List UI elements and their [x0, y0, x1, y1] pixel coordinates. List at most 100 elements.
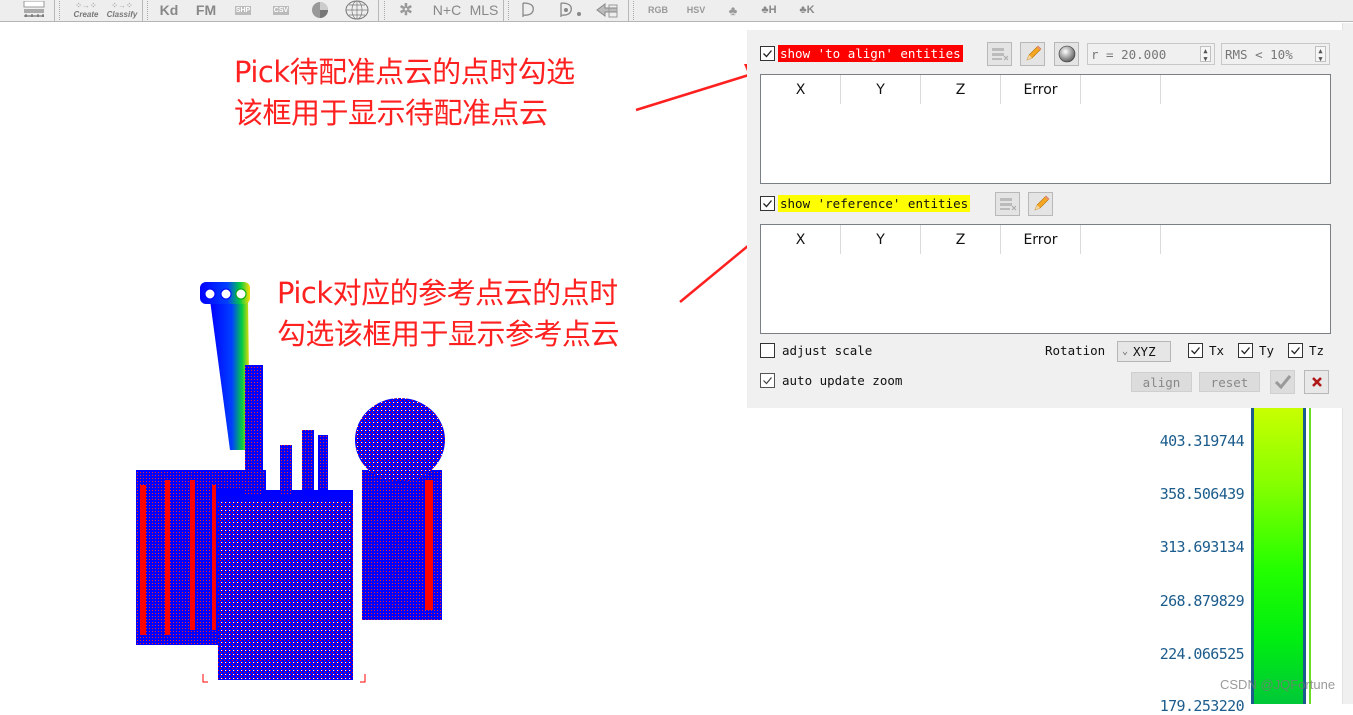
scale-label: 224.066525 — [1159, 645, 1245, 663]
annotation-reference-line1: Pick对应的参考点云的点时 — [277, 276, 618, 310]
scale-label: 313.693134 — [1159, 538, 1245, 556]
to-align-col-x[interactable]: X — [761, 75, 841, 104]
sphere-grid-button[interactable] — [342, 0, 372, 20]
point-pick-icon — [560, 2, 581, 17]
puzzle-icon: ✲ — [399, 2, 413, 19]
kd-tree-button[interactable]: Kd — [155, 0, 183, 20]
reference-col-z[interactable]: Z — [921, 225, 1001, 254]
rotation-label: Rotation — [1045, 343, 1106, 358]
reference-remove-button[interactable] — [995, 192, 1020, 216]
color-scale-bar — [1251, 408, 1306, 704]
to-align-col-error[interactable]: Error — [1001, 75, 1081, 104]
ty-checkbox[interactable] — [1238, 343, 1253, 358]
to-align-remove-button[interactable] — [987, 42, 1012, 66]
rms-spinbox[interactable]: RMS < 10% ▲ ▼ — [1221, 43, 1330, 65]
rotation-combobox[interactable]: ⌄ XYZ — [1117, 341, 1171, 362]
k-tree-icon: ♣K — [799, 4, 815, 16]
sphere-pick-button[interactable] — [1054, 42, 1079, 66]
pie-button[interactable] — [308, 0, 332, 20]
show-to-align-checkbox[interactable] — [760, 46, 775, 61]
to-align-col-z[interactable]: Z — [921, 75, 1001, 104]
create-label: Create — [73, 10, 99, 19]
create-button[interactable]: ⁘→⁘ Create — [68, 0, 104, 20]
normals-icon: N+C — [432, 2, 462, 18]
back-arrow-button[interactable] — [594, 0, 622, 20]
pie-icon — [312, 2, 328, 18]
align-button-label: align — [1142, 374, 1181, 390]
show-reference-label[interactable]: show 'reference' entities — [778, 195, 971, 212]
reference-col-error[interactable]: Error — [1001, 225, 1081, 254]
h-tree-button[interactable]: ♣H — [752, 0, 786, 20]
toolbar: ⁘→⁘ Create ⁘→⁘ Classify Kd FM SHP CSV ✲ … — [0, 0, 1353, 22]
create-cloud-icon: ⁘→⁘ — [75, 1, 97, 10]
tree-button[interactable]: ♣ — [718, 0, 748, 20]
rms-spin-arrows[interactable]: ▲ ▼ — [1315, 46, 1326, 63]
csv-file-button[interactable]: CSV — [270, 0, 292, 20]
adjust-scale-checkbox[interactable] — [760, 343, 775, 358]
shp-file-icon: SHP — [234, 5, 252, 15]
back-arrow-icon — [596, 3, 618, 18]
normals-button[interactable]: N+C — [430, 0, 464, 20]
auto-update-zoom-checkbox[interactable] — [760, 373, 775, 388]
k-tree-button[interactable]: ♣K — [790, 0, 824, 20]
list-remove-icon — [991, 48, 1008, 61]
hsv-tree-icon: HSV — [686, 5, 706, 15]
classify-icon: ⁘→⁘ — [111, 1, 133, 10]
conservator — [355, 398, 445, 482]
cancel-button[interactable] — [1304, 370, 1329, 394]
reference-col-y[interactable]: Y — [841, 225, 921, 254]
to-align-points-table[interactable]: X Y Z Error — [760, 74, 1331, 184]
reference-points-table[interactable]: X Y Z Error — [760, 224, 1331, 334]
show-to-align-label[interactable]: show 'to align' entities — [778, 45, 963, 62]
to-align-col-y[interactable]: Y — [841, 75, 921, 104]
auto-update-zoom-label[interactable]: auto update zoom — [782, 373, 902, 388]
point-pick-button[interactable] — [556, 0, 586, 20]
reset-button[interactable]: reset — [1199, 372, 1260, 392]
tree-icon: ♣ — [728, 2, 738, 18]
to-align-col-extra[interactable] — [1081, 75, 1161, 104]
color-scale-edge — [1309, 408, 1311, 704]
main-tank — [218, 490, 353, 680]
ty-label[interactable]: Ty — [1259, 343, 1274, 358]
annotation-reference-line2: 勾选该框用于显示参考点云 — [277, 317, 620, 351]
annotation-to-align: Pick待配准点云的点时勾选 该框用于显示待配准点云 — [234, 52, 575, 134]
adjust-scale-label[interactable]: adjust scale — [782, 343, 872, 358]
scalar-field-icon[interactable] — [20, 0, 48, 20]
shp-file-button[interactable]: SHP — [232, 0, 254, 20]
hsv-tree-button[interactable]: HSV — [680, 0, 712, 20]
classify-button[interactable]: ⁘→⁘ Classify — [104, 0, 140, 20]
mls-button[interactable]: MLS — [467, 0, 501, 20]
radius-spin-arrows[interactable]: ▲ ▼ — [1200, 46, 1211, 63]
reference-col-extra[interactable] — [1081, 225, 1161, 254]
list-remove-icon — [999, 198, 1016, 211]
annotation-to-align-line2: 该框用于显示待配准点云 — [234, 96, 548, 130]
tx-label[interactable]: Tx — [1209, 343, 1224, 358]
pencil-icon — [1025, 45, 1041, 61]
lasso-icon — [522, 2, 534, 17]
point-pair-registration-panel: show 'to align' entities r = 20.000 ▲ ▼ R… — [747, 30, 1343, 408]
scale-label: 403.319744 — [1159, 432, 1245, 450]
pencil-icon — [1033, 195, 1049, 211]
tall-bushing — [210, 300, 250, 450]
tz-label[interactable]: Tz — [1309, 343, 1324, 358]
mls-icon: MLS — [469, 2, 499, 18]
tz-checkbox[interactable] — [1288, 343, 1303, 358]
to-align-edit-button[interactable] — [1020, 42, 1045, 66]
fast-marching-button[interactable]: FM — [192, 0, 220, 20]
annotation-reference: Pick对应的参考点云的点时 勾选该框用于显示参考点云 — [277, 273, 620, 355]
csv-file-icon: CSV — [272, 5, 290, 15]
chevron-down-icon: ⌄ — [1122, 346, 1129, 357]
reference-col-x[interactable]: X — [761, 225, 841, 254]
reference-edit-button[interactable] — [1028, 192, 1053, 216]
show-reference-checkbox[interactable] — [760, 196, 775, 211]
validate-button[interactable] — [1270, 370, 1295, 394]
tx-checkbox[interactable] — [1188, 343, 1203, 358]
right-scroll-strip[interactable] — [1342, 23, 1353, 704]
align-button[interactable]: align — [1131, 372, 1192, 392]
rgb-tree-button[interactable]: RGB — [642, 0, 674, 20]
annotation-to-align-line1: Pick待配准点云的点时勾选 — [234, 55, 575, 89]
radius-spinbox[interactable]: r = 20.000 ▲ ▼ — [1087, 43, 1215, 65]
checkmark-icon — [1274, 375, 1291, 390]
puzzle-button[interactable]: ✲ — [392, 0, 420, 20]
lasso-button[interactable] — [516, 0, 540, 20]
